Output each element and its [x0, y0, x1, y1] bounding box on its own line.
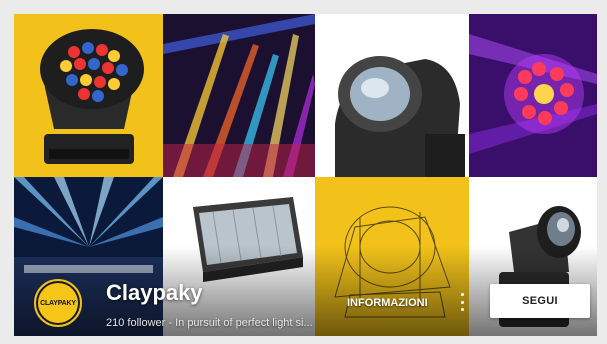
channel-card: CLAYPAKY Claypaky 210 follower - In purs…: [14, 14, 597, 336]
stage-beams-photo[interactable]: [163, 14, 315, 177]
moving-head-wash-yellow-photo[interactable]: [14, 14, 163, 177]
strobe-fixture-photo[interactable]: [163, 177, 315, 336]
fixture-wireframe-photo[interactable]: [315, 177, 469, 336]
channel-meta: 210 follower - In pursuit of perfect lig…: [106, 317, 313, 329]
flower-led-effect-photo[interactable]: [469, 14, 597, 177]
follow-button[interactable]: SEGUI: [490, 284, 590, 318]
claypaky-logo: CLAYPAKY: [38, 283, 78, 323]
channel-avatar[interactable]: CLAYPAKY: [34, 279, 82, 327]
channel-name[interactable]: Claypaky: [106, 280, 203, 306]
info-link[interactable]: INFORMAZIONI: [347, 297, 428, 309]
moving-head-closeup-photo[interactable]: [315, 14, 469, 177]
more-vert-icon[interactable]: [456, 293, 468, 311]
